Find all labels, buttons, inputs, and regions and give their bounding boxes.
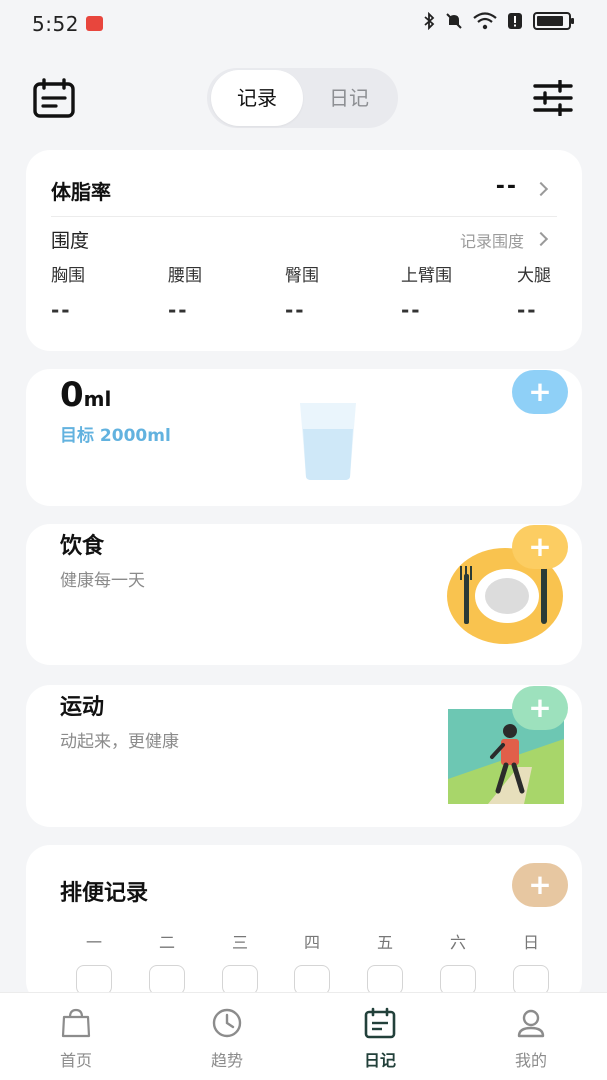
measure-label: 大腿 (517, 266, 551, 286)
water-amount-value: 0 (60, 375, 84, 415)
calendar-icon (364, 1007, 396, 1039)
nav-home[interactable]: 首页 (36, 1007, 116, 1071)
girth-measures: 胸围 -- 腰围 -- 臀围 -- 上臂围 -- 大腿 -- (51, 261, 571, 321)
add-diet-button[interactable]: + (512, 525, 568, 569)
stool-title: 排便记录 (60, 881, 149, 906)
measure-hip[interactable]: 臀围 -- (285, 261, 319, 321)
measure-value: -- (51, 298, 72, 321)
plus-icon: + (528, 868, 552, 901)
screen: 5:52 记录 日记 体脂率 -- 围度 记录围度 胸围 -- 腰围 -- 臀围… (0, 0, 607, 1080)
diet-title: 饮食 (60, 534, 105, 559)
measure-chest[interactable]: 胸围 -- (51, 261, 85, 321)
plus-icon: + (528, 691, 552, 724)
water-amount: 0ml (60, 375, 111, 415)
day-checkbox[interactable] (149, 965, 185, 995)
water-glass-icon (300, 403, 356, 480)
measure-value: -- (168, 298, 189, 321)
day-mon: 一 (76, 929, 112, 995)
measure-value: -- (517, 298, 538, 321)
header: 记录 日记 (0, 66, 607, 130)
measure-label: 臀围 (285, 266, 319, 286)
day-checkbox[interactable] (222, 965, 258, 995)
add-stool-button[interactable]: + (512, 863, 568, 907)
mute-icon (446, 13, 462, 29)
measure-value: -- (401, 298, 422, 321)
day-fri: 五 (367, 929, 403, 995)
day-checkbox[interactable] (367, 965, 403, 995)
clock-icon (212, 1008, 242, 1038)
body-fat-value: -- (495, 174, 518, 199)
filter-icon[interactable] (533, 80, 573, 116)
bag-icon (61, 1008, 91, 1038)
segmented-tabs: 记录 日记 (207, 68, 398, 128)
measure-label: 上臂围 (401, 266, 452, 286)
chevron-right-icon[interactable] (533, 181, 549, 197)
plus-icon: + (528, 530, 552, 563)
day-sat: 六 (440, 929, 476, 995)
diet-card[interactable]: 饮食 健康每一天 + (26, 524, 582, 665)
week-row: 一 二 三 四 五 六 日 (76, 929, 566, 999)
day-wed: 三 (222, 929, 258, 995)
water-target: 目标 2000ml (60, 426, 171, 446)
day-label: 一 (85, 933, 102, 952)
plus-icon: + (528, 375, 552, 408)
measure-value: -- (285, 298, 306, 321)
day-sun: 日 (513, 929, 549, 995)
day-label: 四 (303, 933, 320, 952)
sport-subtitle: 动起来，更健康 (60, 732, 179, 752)
nav-trend[interactable]: 趋势 (187, 1007, 267, 1071)
nav-label: 首页 (59, 1051, 92, 1070)
measure-label: 胸围 (51, 266, 85, 286)
nav-label: 日记 (363, 1051, 396, 1070)
diet-subtitle: 健康每一天 (60, 571, 145, 591)
wifi-icon (473, 12, 497, 30)
day-checkbox[interactable] (440, 965, 476, 995)
day-label: 三 (231, 933, 248, 952)
add-water-button[interactable]: + (512, 370, 568, 414)
status-bar: 5:52 (0, 0, 607, 48)
divider (51, 216, 557, 217)
nav-me[interactable]: 我的 (491, 1007, 571, 1071)
status-icons (423, 12, 574, 30)
stool-card: 排便记录 + 一 二 三 四 五 六 日 (26, 845, 582, 1005)
measure-upper-arm[interactable]: 上臂围 -- (401, 261, 452, 321)
water-card[interactable]: 0ml 目标 2000ml + (26, 369, 582, 506)
sport-title: 运动 (60, 695, 105, 720)
day-checkbox[interactable] (76, 965, 112, 995)
app-notification-icon (86, 16, 103, 31)
day-thu: 四 (294, 929, 330, 995)
alert-icon (508, 13, 522, 29)
nav-label: 我的 (514, 1051, 547, 1070)
day-label: 日 (522, 933, 539, 952)
girth-title: 围度 (51, 230, 90, 252)
bluetooth-icon (424, 12, 435, 30)
sport-card[interactable]: 运动 动起来，更健康 + (26, 685, 582, 827)
calendar-icon[interactable] (32, 78, 76, 118)
body-fat-title[interactable]: 体脂率 (51, 176, 111, 205)
day-label: 六 (449, 933, 466, 952)
day-checkbox[interactable] (513, 965, 549, 995)
bottom-nav: 首页 趋势 日记 我的 (0, 992, 607, 1080)
nav-label: 趋势 (210, 1051, 243, 1070)
day-tue: 二 (149, 929, 185, 995)
status-time: 5:52 (32, 12, 79, 36)
measure-label: 腰围 (168, 266, 202, 286)
chevron-right-icon[interactable] (533, 231, 549, 247)
measure-waist[interactable]: 腰围 -- (168, 261, 202, 321)
battery-icon (533, 12, 574, 30)
day-checkbox[interactable] (294, 965, 330, 995)
record-girth-link[interactable]: 记录围度 (460, 228, 524, 252)
tab-diary[interactable]: 日记 (303, 70, 395, 126)
day-label: 二 (158, 933, 175, 952)
day-label: 五 (376, 933, 393, 952)
tab-record[interactable]: 记录 (211, 70, 303, 126)
user-icon (517, 1009, 545, 1038)
nav-diary[interactable]: 日记 (340, 1007, 420, 1071)
measure-thigh[interactable]: 大腿 -- (517, 261, 551, 321)
add-sport-button[interactable]: + (512, 686, 568, 730)
water-amount-unit: ml (83, 387, 112, 411)
body-fat-card: 体脂率 -- 围度 记录围度 胸围 -- 腰围 -- 臀围 -- 上臂围 -- (26, 150, 582, 351)
